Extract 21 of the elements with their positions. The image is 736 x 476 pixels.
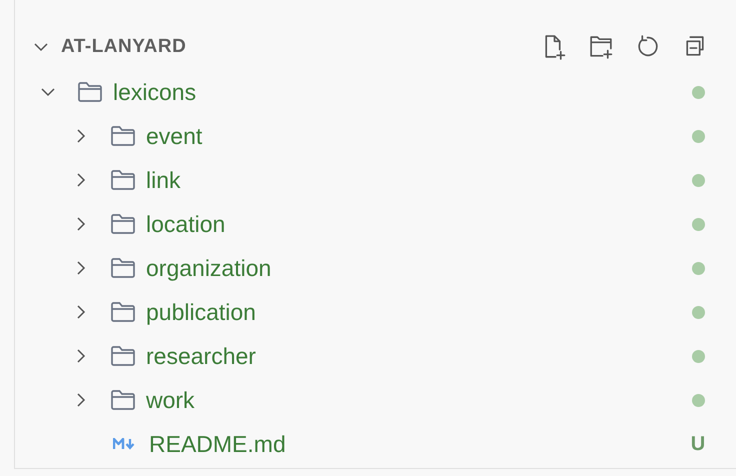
folder-icon [77,81,103,103]
folder-icon [110,169,136,191]
folder-icon [110,257,136,279]
tree-item-label[interactable]: lexicons [113,74,196,110]
folder-icon [110,345,136,367]
new-folder-icon[interactable] [588,34,614,60]
tree-item-label[interactable]: link [146,162,181,198]
folder-icon [110,301,136,323]
git-status-label: U [690,432,706,457]
tree-item-label[interactable]: README.md [149,426,286,462]
folder-icon [110,389,136,411]
folder-icon [110,213,136,235]
tree-item-label[interactable]: researcher [146,338,256,374]
tree-item-label[interactable]: work [146,382,195,418]
tree-item-label[interactable]: organization [146,250,272,286]
tree-item-label[interactable]: event [146,118,202,154]
folder-icon [110,125,136,147]
tree-item-label[interactable]: publication [146,294,256,330]
markdown-icon [113,438,137,450]
tree-item-label[interactable]: location [146,206,226,242]
section-title[interactable]: AT-LANYARD [61,32,186,62]
